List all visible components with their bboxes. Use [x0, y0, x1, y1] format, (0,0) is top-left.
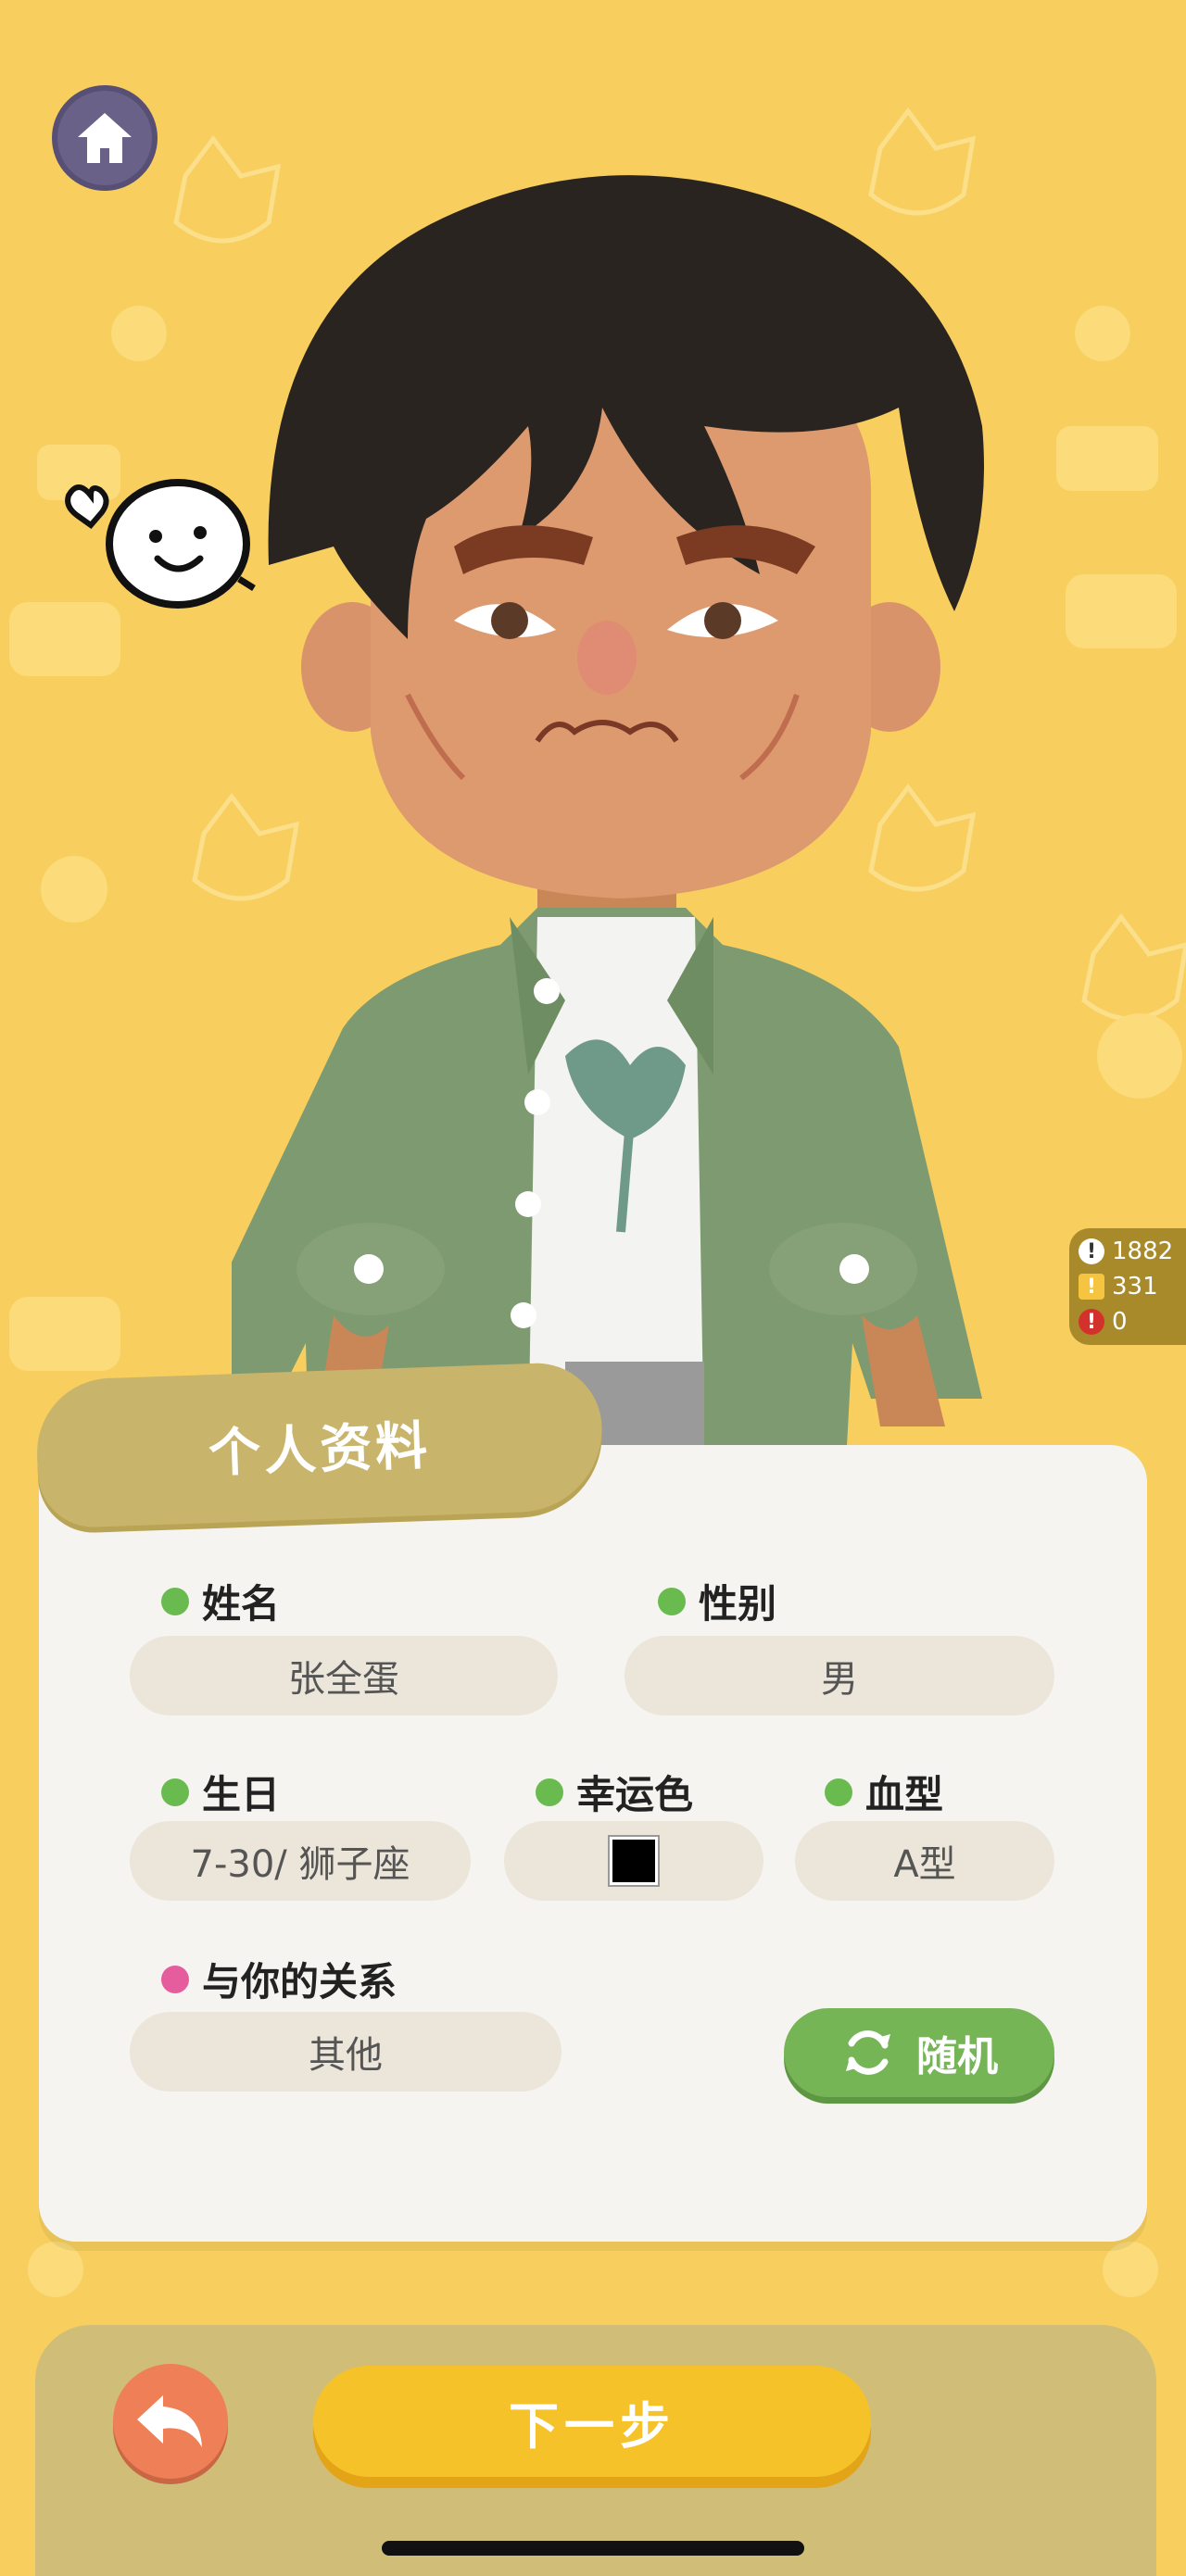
random-button[interactable]: 随机 [784, 2008, 1054, 2097]
status-dot-icon [658, 1587, 686, 1615]
smiley-sticker-icon [65, 479, 256, 609]
back-arrow-icon [137, 2395, 202, 2447]
blood-type-label-text: 血型 [865, 1772, 944, 1817]
gender-value: 男 [821, 1658, 858, 1701]
status-dot-icon [161, 1778, 189, 1806]
back-button[interactable] [113, 2364, 228, 2479]
lucky-color-label-text: 幸运色 [576, 1772, 694, 1817]
relation-label-text: 与你的关系 [202, 1959, 397, 2004]
blood-type-field[interactable]: A型 [795, 1821, 1054, 1901]
birthday-label: 生日 [161, 1764, 280, 1820]
status-dot-icon [536, 1778, 563, 1806]
stats-badge: ! 1882 ! 331 ! 0 [1069, 1228, 1186, 1345]
birthday-value: 7-30/ 狮子座 [190, 1843, 410, 1886]
warning-stat: ! 331 [1079, 1273, 1186, 1301]
name-field[interactable]: 张全蛋 [130, 1636, 558, 1715]
profile-title: 个人资料 [208, 1415, 433, 1484]
home-icon [78, 113, 132, 163]
gender-label-text: 性别 [699, 1581, 777, 1627]
blood-type-label: 血型 [825, 1764, 943, 1820]
status-dot-icon [825, 1778, 852, 1806]
home-indicator[interactable] [382, 2541, 804, 2556]
error-count: 0 [1112, 1308, 1128, 1336]
lucky-color-label: 幸运色 [536, 1764, 693, 1820]
random-button-label: 随机 [916, 2033, 998, 2080]
relation-value: 其他 [309, 2034, 383, 2077]
status-dot-icon [161, 1587, 189, 1615]
blood-type-value: A型 [893, 1843, 956, 1886]
warning-icon: ! [1079, 1274, 1104, 1300]
error-icon: ! [1079, 1309, 1104, 1335]
name-label-text: 姓名 [202, 1581, 281, 1627]
next-step-label: 下一步 [509, 2396, 675, 2456]
info-count: 1882 [1112, 1238, 1174, 1265]
refresh-icon [846, 2030, 890, 2075]
status-dot-icon [161, 1965, 189, 1993]
relation-field[interactable]: 其他 [130, 2012, 561, 2092]
profile-title-tab: 个人资料 [34, 1361, 605, 1529]
lucky-color-field[interactable] [504, 1821, 763, 1901]
birthday-field[interactable]: 7-30/ 狮子座 [130, 1821, 471, 1901]
home-button[interactable] [52, 85, 158, 191]
name-value: 张全蛋 [288, 1658, 399, 1701]
next-step-button[interactable]: 下一步 [313, 2366, 871, 2477]
relation-label: 与你的关系 [161, 1951, 397, 2007]
warning-count: 331 [1112, 1273, 1158, 1301]
lucky-color-swatch [610, 1837, 658, 1885]
info-stat: ! 1882 [1079, 1238, 1186, 1265]
avatar-character [232, 175, 984, 1454]
birthday-label-text: 生日 [202, 1772, 281, 1817]
name-label: 姓名 [161, 1573, 280, 1629]
error-stat: ! 0 [1079, 1308, 1186, 1336]
gender-label: 性别 [658, 1573, 776, 1629]
info-icon: ! [1079, 1238, 1104, 1264]
gender-field[interactable]: 男 [625, 1636, 1054, 1715]
